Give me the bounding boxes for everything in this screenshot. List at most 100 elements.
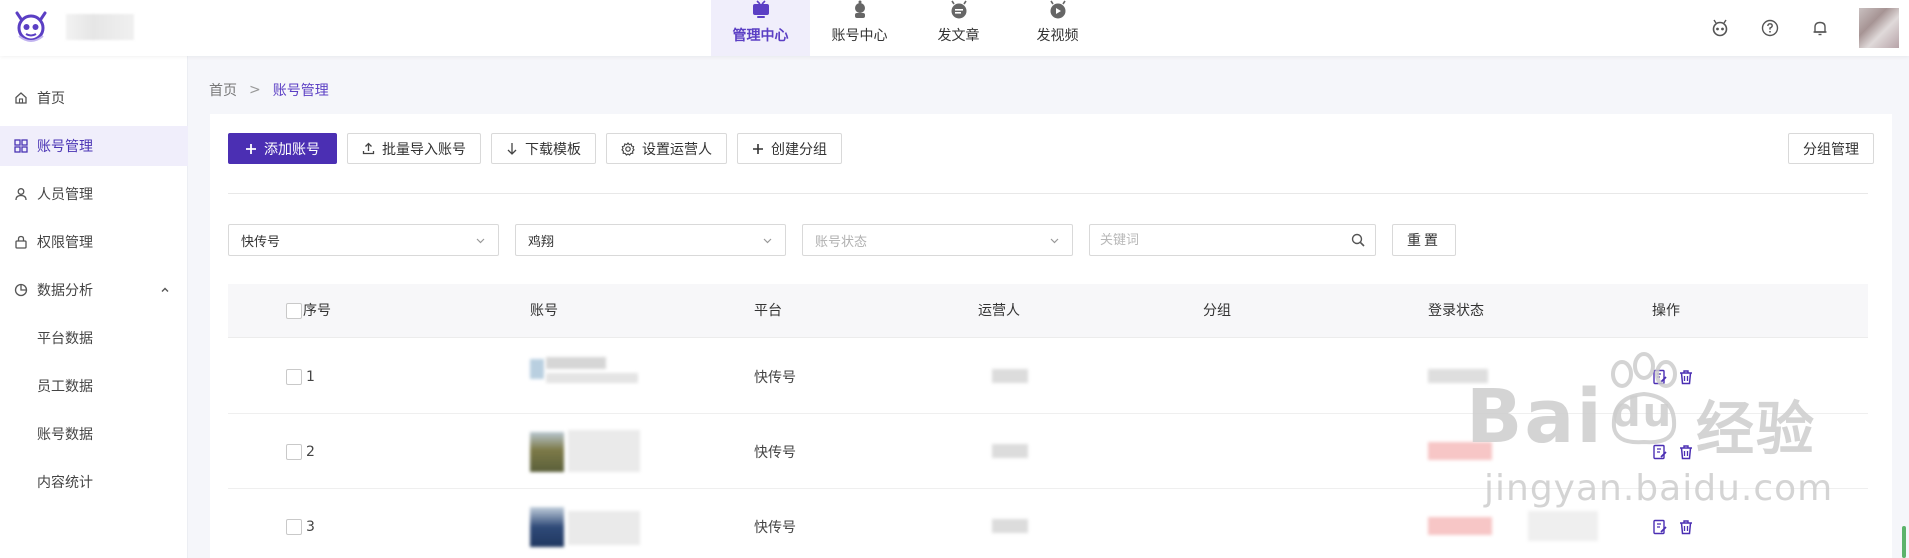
table-row: 2 快传号 [228, 414, 1868, 489]
nav-management-center[interactable]: 管理中心 [711, 0, 810, 56]
sidebar-item-home[interactable]: 首页 [0, 78, 188, 118]
reset-button[interactable]: 重置 [1392, 224, 1456, 256]
batch-import-button[interactable]: 批量导入账号 [347, 133, 481, 164]
column-header-operator: 运营人 [978, 303, 1020, 319]
platform-select[interactable]: 快传号 [228, 224, 499, 256]
row-actions [1652, 339, 1704, 414]
edit-icon[interactable] [1652, 444, 1668, 460]
account-id-blurred [546, 373, 638, 383]
button-label: 设置运营人 [642, 141, 712, 158]
button-label: 下载模板 [525, 141, 581, 158]
top-nav: 管理中心 账号中心 发文章 发视频 [711, 0, 1107, 56]
grid-icon [13, 139, 28, 154]
sidebar: 首页 账号管理 人员管理 权限管理 数据分析 平台数据 员工数据 账号数据 内容… [0, 56, 188, 558]
set-operator-button[interactable]: 设置运营人 [606, 133, 727, 164]
search-icon[interactable] [1351, 233, 1365, 247]
column-header-platform: 平台 [754, 303, 782, 319]
chevron-down-icon [763, 238, 772, 243]
row-checkbox[interactable] [286, 443, 302, 460]
account-name-blurred [568, 430, 640, 472]
lock-icon [13, 235, 28, 250]
breadcrumb-home[interactable]: 首页 [209, 80, 237, 100]
select-value: 鸡翔 [528, 234, 555, 250]
button-label: 分组管理 [1803, 141, 1859, 158]
account-name-blurred [568, 511, 640, 545]
help-icon[interactable] [1759, 17, 1781, 39]
plus-icon [753, 143, 763, 154]
sidebar-item-data-analysis[interactable]: 数据分析 [0, 270, 188, 310]
nav-post-article[interactable]: 发文章 [909, 0, 1008, 56]
sidebar-subitem-account-data[interactable]: 账号数据 [0, 414, 188, 454]
column-header-group: 分组 [1203, 303, 1231, 319]
sidebar-item-permission-management[interactable]: 权限管理 [0, 222, 188, 262]
chevron-up-icon[interactable] [160, 283, 170, 299]
row-checkbox[interactable] [286, 518, 302, 535]
breadcrumb: 首页 > 账号管理 [209, 80, 329, 100]
button-label: 重置 [1407, 233, 1441, 249]
row-actions [1652, 414, 1704, 489]
sidebar-item-account-management[interactable]: 账号管理 [0, 126, 188, 166]
app-logo[interactable] [12, 8, 50, 46]
article-icon [950, 0, 967, 19]
account-select[interactable]: 鸡翔 [515, 224, 786, 256]
plus-icon [246, 143, 256, 154]
row-actions [1652, 489, 1704, 558]
nav-post-video[interactable]: 发视频 [1008, 0, 1107, 56]
arrow-down-icon [507, 143, 517, 155]
table-row: 1 快传号 [228, 339, 1868, 414]
row-platform: 快传号 [754, 519, 796, 536]
header-select-all [286, 284, 302, 338]
column-header-login-status: 登录状态 [1428, 303, 1484, 319]
row-checkbox-cell [286, 414, 302, 489]
nav-label: 发文章 [937, 28, 980, 44]
breadcrumb-current: 账号管理 [272, 83, 329, 99]
operator-blurred [992, 519, 1028, 533]
row-index: 1 [306, 368, 315, 385]
trash-icon[interactable] [1678, 519, 1694, 535]
breadcrumb-separator: > [249, 82, 261, 98]
login-status-blurred [1428, 517, 1492, 535]
download-template-button[interactable]: 下载模板 [491, 133, 596, 164]
select-all-checkbox[interactable] [286, 303, 302, 319]
home-icon [13, 91, 28, 106]
bot-icon[interactable] [1709, 17, 1731, 39]
row-index: 2 [306, 443, 315, 460]
trash-icon[interactable] [1678, 444, 1694, 460]
trash-icon[interactable] [1678, 369, 1694, 385]
sidebar-subitem-staff-data[interactable]: 员工数据 [0, 366, 188, 406]
sidebar-item-label: 平台数据 [37, 331, 93, 347]
sidebar-subitem-platform-data[interactable]: 平台数据 [0, 318, 188, 358]
user-avatar[interactable] [1859, 8, 1899, 48]
row-index: 3 [306, 518, 315, 535]
keyword-search [1089, 224, 1376, 256]
account-avatar [530, 432, 564, 472]
table-header: 序号 账号 平台 运营人 分组 登录状态 操作 [228, 284, 1868, 338]
sidebar-subitem-content-stats[interactable]: 内容统计 [0, 462, 188, 502]
column-header-actions: 操作 [1652, 303, 1680, 319]
row-checkbox[interactable] [286, 368, 302, 385]
top-bar: 管理中心 账号中心 发文章 发视频 [0, 0, 1909, 56]
chevron-down-icon [476, 238, 485, 243]
button-label: 批量导入账号 [382, 141, 466, 158]
create-group-button[interactable]: 创建分组 [737, 133, 842, 164]
top-right-icons [1709, 0, 1909, 56]
group-management-button[interactable]: 分组管理 [1788, 133, 1874, 164]
bell-icon[interactable] [1809, 17, 1831, 39]
sidebar-item-label: 内容统计 [37, 475, 93, 491]
scrollbar[interactable] [1902, 526, 1906, 558]
table-row: 3 快传号 [228, 489, 1868, 558]
sidebar-item-label: 账号管理 [37, 139, 93, 155]
edit-icon[interactable] [1652, 519, 1668, 535]
sidebar-item-staff-management[interactable]: 人员管理 [0, 174, 188, 214]
button-label: 创建分组 [771, 141, 827, 158]
account-status-select[interactable]: 账号状态 [802, 224, 1073, 256]
nav-account-center[interactable]: 账号中心 [810, 0, 909, 56]
keyword-input[interactable] [1100, 232, 1351, 248]
row-checkbox-cell [286, 339, 302, 414]
edit-icon[interactable] [1652, 369, 1668, 385]
sidebar-item-label: 数据分析 [37, 283, 93, 299]
login-status-blurred [1428, 442, 1492, 460]
login-detail-blurred [1528, 511, 1598, 541]
tv-icon [752, 0, 769, 18]
add-account-button[interactable]: 添加账号 [228, 133, 337, 164]
